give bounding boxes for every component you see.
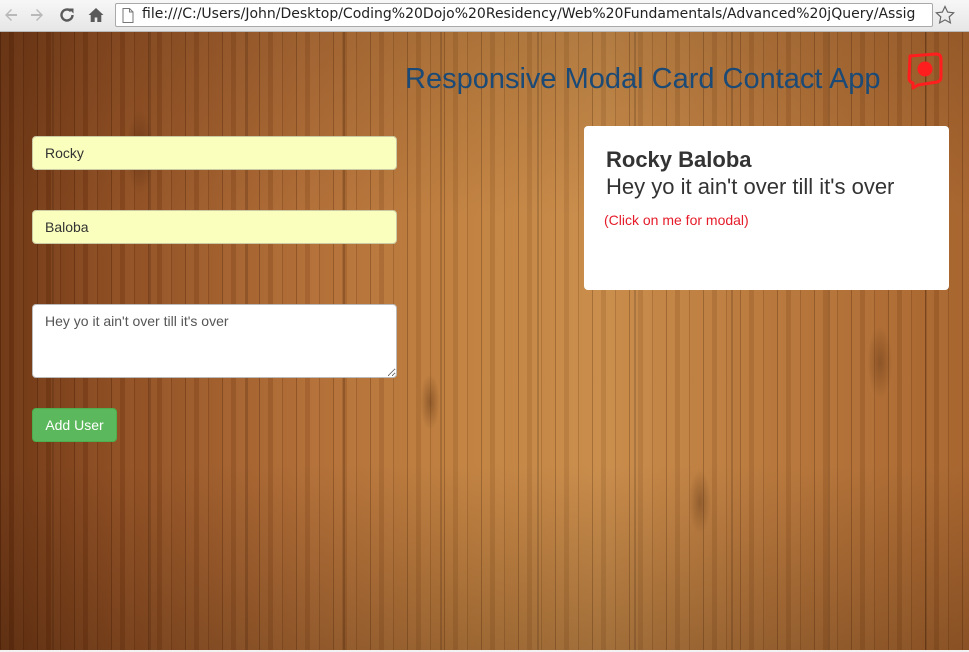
page-content: Responsive Modal Card Contact App Hey yo…: [0, 32, 969, 650]
contact-card-hint: (Click on me for modal): [604, 212, 749, 228]
last-name-field[interactable]: [32, 210, 397, 244]
home-icon[interactable]: [85, 4, 107, 26]
address-bar-url: file:///C:/Users/John/Desktop/Coding%20D…: [142, 6, 916, 22]
add-user-button[interactable]: Add User: [32, 408, 117, 442]
star-icon[interactable]: [934, 5, 956, 30]
address-bar[interactable]: file:///C:/Users/John/Desktop/Coding%20D…: [115, 3, 933, 27]
contact-card-name: Rocky Baloba: [606, 147, 752, 172]
forward-arrow-icon[interactable]: [26, 4, 48, 26]
contact-card-description: Hey yo it ain't over till it's over: [606, 174, 895, 199]
reload-icon[interactable]: [56, 4, 78, 26]
first-name-field[interactable]: [32, 136, 397, 170]
back-arrow-icon[interactable]: [0, 4, 22, 26]
page-title: Responsive Modal Card Contact App: [405, 63, 881, 95]
page-icon: [122, 8, 134, 26]
description-field[interactable]: Hey yo it ain't over till it's over: [32, 304, 397, 378]
red-circle-logo-icon: [905, 52, 945, 95]
contact-card[interactable]: Rocky Baloba Hey yo it ain't over till i…: [584, 126, 949, 290]
browser-toolbar: file:///C:/Users/John/Desktop/Coding%20D…: [0, 0, 969, 32]
